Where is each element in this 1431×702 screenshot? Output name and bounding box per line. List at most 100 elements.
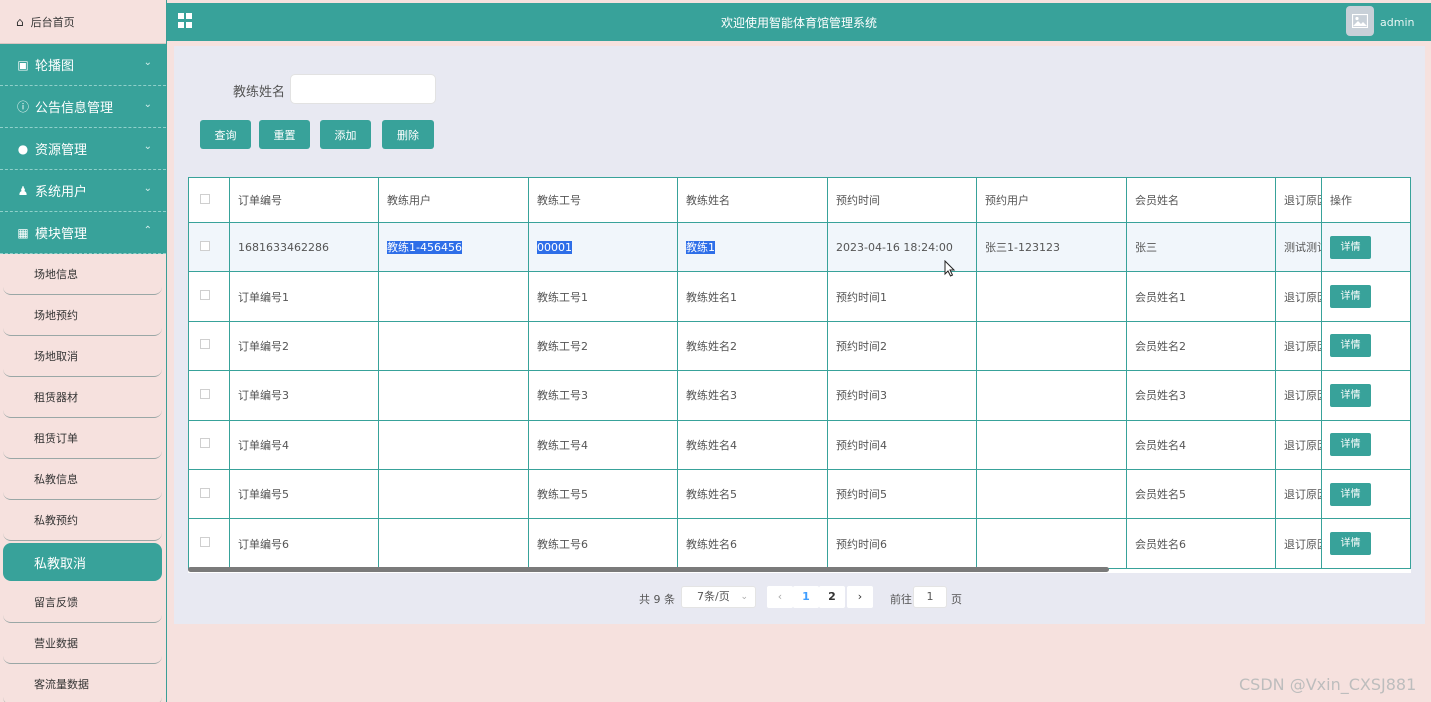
coach-name-input[interactable] — [290, 74, 436, 104]
menu-group-label: 公告信息管理 — [35, 101, 114, 116]
row-checkbox[interactable] — [200, 487, 210, 498]
sidebar-item-feedback[interactable]: 留言反馈 — [3, 582, 162, 623]
home-icon: ⌂ — [16, 14, 24, 29]
sidebar-item-rental-equipment[interactable]: 租赁器材 — [3, 377, 162, 418]
sidebar-item-coach-cancel[interactable]: 私教取消 — [3, 543, 162, 581]
row-select-cell[interactable] — [188, 370, 230, 421]
row-select-cell[interactable] — [188, 468, 230, 520]
row-select-cell[interactable] — [188, 320, 230, 372]
query-button[interactable]: 查询 — [200, 120, 251, 149]
sidebar-item-traffic-data[interactable]: 客流量数据 — [3, 664, 162, 702]
table-cell: 00001 — [528, 221, 678, 273]
select-all-cell[interactable] — [188, 177, 230, 223]
detail-button[interactable]: 详情 — [1330, 285, 1371, 309]
row-select-cell[interactable] — [188, 221, 230, 273]
table-cell: 退订原因2 — [1275, 320, 1322, 372]
detail-button[interactable]: 详情 — [1330, 235, 1371, 259]
table-cell: 教练姓名5 — [677, 468, 828, 520]
reset-button[interactable]: 重置 — [259, 120, 310, 149]
table-row[interactable]: 订单编号6 教练工号6 教练姓名6 预约时间6 会员姓名6 退订原因6 详情 — [188, 518, 1411, 569]
action-cell: 详情 — [1321, 271, 1411, 322]
row-select-cell[interactable] — [188, 419, 230, 470]
table-cell: 预约时间5 — [827, 468, 977, 520]
table-cell: 订单编号3 — [229, 370, 379, 421]
table-cell: 教练工号1 — [528, 271, 678, 322]
sidebar-item-label: 场地取消 — [34, 350, 78, 363]
table-row[interactable]: 订单编号4 教练工号4 教练姓名4 预约时间4 会员姓名4 退订原因4 详情 — [188, 419, 1411, 470]
menu-group-modules[interactable]: ▦ 模块管理 ⌃ — [0, 212, 166, 254]
row-checkbox[interactable] — [200, 438, 210, 449]
row-checkbox[interactable] — [200, 537, 210, 548]
table-cell — [378, 271, 529, 322]
menu-group-notice[interactable]: ⓘ 公告信息管理 ⌄ — [0, 86, 166, 128]
menu-group-label: 模块管理 — [35, 227, 88, 242]
avatar[interactable] — [1346, 6, 1374, 36]
page-2-button[interactable]: 2 — [819, 586, 845, 608]
detail-button[interactable]: 详情 — [1330, 334, 1371, 358]
sidebar-item-rental-orders[interactable]: 租赁订单 — [3, 418, 162, 459]
menu-group-resource[interactable]: ● 资源管理 ⌄ — [0, 128, 166, 170]
prev-page-button[interactable]: ‹ — [767, 586, 793, 608]
table-row[interactable]: 1681633462286 教练1-456456 00001 教练1 2023-… — [188, 221, 1411, 273]
data-table: 订单编号 教练用户 教练工号 教练姓名 预约时间 预约用户 会员姓名 退订原因 … — [188, 177, 1411, 573]
table-cell: 1681633462286 — [229, 221, 379, 273]
page-size-select[interactable]: 7条/页 ⌄ — [681, 586, 756, 608]
page-1-button[interactable]: 1 — [793, 586, 819, 608]
mouse-cursor-icon — [944, 260, 956, 277]
table-cell — [976, 320, 1127, 372]
table-row[interactable]: 订单编号3 教练工号3 教练姓名3 预约时间3 会员姓名3 退订原因3 详情 — [188, 370, 1411, 421]
table-cell: 订单编号1 — [229, 271, 379, 322]
selected-text: 教练1-456456 — [387, 241, 462, 255]
table-cell: 会员姓名4 — [1126, 419, 1276, 470]
table-cell: 退订原因6 — [1275, 518, 1322, 569]
row-select-cell[interactable] — [188, 518, 230, 569]
column-header: 教练姓名 — [677, 177, 828, 223]
menu-group-carousel[interactable]: ▣ 轮播图 ⌄ — [0, 44, 166, 86]
column-header: 操作 — [1321, 177, 1411, 223]
detail-button[interactable]: 详情 — [1330, 482, 1371, 506]
row-checkbox[interactable] — [200, 290, 210, 301]
menu-group-users[interactable]: ♟ 系统用户 ⌄ — [0, 170, 166, 212]
row-checkbox[interactable] — [200, 339, 210, 350]
select-all-checkbox[interactable] — [200, 193, 210, 204]
grid-icon: ▦ — [17, 225, 29, 240]
sidebar-home[interactable]: ⌂ 后台首页 — [0, 0, 166, 44]
sidebar-item-venue-cancel[interactable]: 场地取消 — [3, 336, 162, 377]
sidebar-item-venue-info[interactable]: 场地信息 — [3, 254, 162, 295]
detail-button[interactable]: 详情 — [1330, 433, 1371, 457]
row-select-cell[interactable] — [188, 271, 230, 322]
column-header: 订单编号 — [229, 177, 379, 223]
column-header: 会员姓名 — [1126, 177, 1276, 223]
delete-button[interactable]: 删除 — [382, 120, 434, 149]
sidebar-item-label: 私教取消 — [34, 556, 87, 572]
username[interactable]: admin — [1380, 16, 1414, 29]
detail-button[interactable]: 详情 — [1330, 532, 1371, 556]
detail-button[interactable]: 详情 — [1330, 383, 1371, 407]
selected-text: 教练1 — [686, 241, 715, 255]
search-label: 教练姓名 — [233, 85, 286, 100]
sidebar-item-label: 场地信息 — [34, 268, 78, 281]
table-cell: 预约时间6 — [827, 518, 977, 569]
sidebar-item-coach-booking[interactable]: 私教预约 — [3, 500, 162, 541]
next-page-button[interactable]: › — [847, 586, 873, 608]
add-button[interactable]: 添加 — [320, 120, 371, 149]
column-header: 教练工号 — [528, 177, 678, 223]
sidebar-item-business-data[interactable]: 营业数据 — [3, 623, 162, 664]
table-header-row: 订单编号 教练用户 教练工号 教练姓名 预约时间 预约用户 会员姓名 退订原因 … — [188, 177, 1411, 223]
goto-page-input[interactable]: 1 — [913, 586, 947, 608]
goto-label: 前往 — [890, 593, 912, 606]
sidebar-item-venue-booking[interactable]: 场地预约 — [3, 295, 162, 336]
row-checkbox[interactable] — [200, 240, 210, 251]
horizontal-scrollbar[interactable] — [188, 567, 1109, 572]
row-checkbox[interactable] — [200, 388, 210, 399]
table-row[interactable]: 订单编号1 教练工号1 教练姓名1 预约时间1 会员姓名1 退订原因1 详情 — [188, 271, 1411, 322]
table-cell: 教练工号6 — [528, 518, 678, 569]
table-cell: 会员姓名3 — [1126, 370, 1276, 421]
image-icon: ▣ — [17, 57, 29, 72]
image-placeholder-icon — [1352, 14, 1368, 28]
table-cell: 预约时间3 — [827, 370, 977, 421]
table-row[interactable]: 订单编号2 教练工号2 教练姓名2 预约时间2 会员姓名2 退订原因2 详情 — [188, 320, 1411, 372]
action-cell: 详情 — [1321, 221, 1411, 273]
table-row[interactable]: 订单编号5 教练工号5 教练姓名5 预约时间5 会员姓名5 退订原因5 详情 — [188, 468, 1411, 520]
sidebar-item-coach-info[interactable]: 私教信息 — [3, 459, 162, 500]
